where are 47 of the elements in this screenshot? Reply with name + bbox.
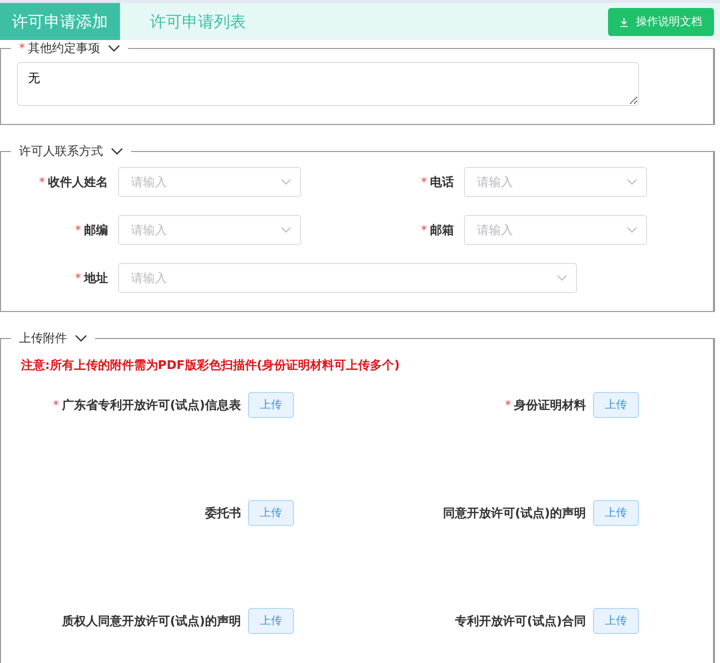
upload-label: 身份证明材料 [514, 397, 586, 414]
notice-text: 注意:所有上传的附件需为PDF版彩色扫描件(身份证明材料可上传多个) [20, 357, 401, 374]
input-field[interactable]: 请输入 [464, 215, 647, 245]
required-mark: * [53, 397, 60, 414]
input-field[interactable]: 请输入 [118, 263, 577, 293]
upload-button[interactable]: 上传 [248, 608, 294, 634]
chevron-down-icon [75, 334, 87, 342]
chevron-down-icon [111, 148, 123, 154]
chevron-down-icon [557, 275, 567, 281]
download-icon [620, 18, 628, 26]
chevron-down-icon [627, 227, 637, 233]
upload-button[interactable]: 上传 [593, 500, 639, 526]
upload-button[interactable]: 上传 [248, 500, 294, 526]
required-mark: * [75, 270, 81, 287]
field-label: 电话 [430, 174, 454, 191]
required-mark: * [19, 42, 25, 54]
text-area[interactable]: 无 [17, 62, 639, 106]
section-title: 上传附件 [19, 332, 67, 344]
field-label: 收件人姓名 [48, 174, 108, 191]
input-field[interactable]: 请输入 [118, 215, 301, 245]
required-mark: * [75, 222, 81, 239]
field-label: 邮编 [84, 222, 108, 239]
input-field[interactable]: 请输入 [464, 167, 647, 197]
upload-button[interactable]: 上传 [593, 608, 639, 634]
required-mark: * [39, 174, 45, 191]
field-label: 邮箱 [430, 222, 454, 239]
field-label: 地址 [84, 270, 108, 287]
upload-label: 质权人同意开放许可(试点)的声明 [62, 613, 241, 630]
tab[interactable]: 许可申请列表 [138, 3, 258, 40]
upload-label: 同意开放许可(试点)的声明 [443, 505, 586, 522]
required-mark: * [421, 222, 427, 239]
chevron-down-icon [627, 179, 637, 185]
upload-label: 专利开放许可(试点)合同 [455, 613, 586, 630]
tab[interactable]: 许可申请添加 [0, 3, 120, 40]
chevron-down-icon [281, 227, 291, 233]
required-mark: * [421, 174, 427, 191]
chevron-down-icon [281, 179, 291, 185]
upload-label: 广东省专利开放许可(试点)信息表 [62, 397, 241, 414]
upload-label: 委托书 [205, 505, 241, 522]
section-title: 其他约定事项 [28, 42, 100, 54]
upload-button[interactable]: 上传 [593, 392, 639, 418]
input-field[interactable]: 请输入 [118, 167, 301, 197]
doc-button[interactable]: 操作说明文档 [608, 8, 714, 36]
upload-button[interactable]: 上传 [248, 392, 294, 418]
required-mark: * [505, 397, 511, 414]
section-title: 许可人联系方式 [19, 145, 103, 157]
chevron-down-icon [108, 44, 120, 52]
